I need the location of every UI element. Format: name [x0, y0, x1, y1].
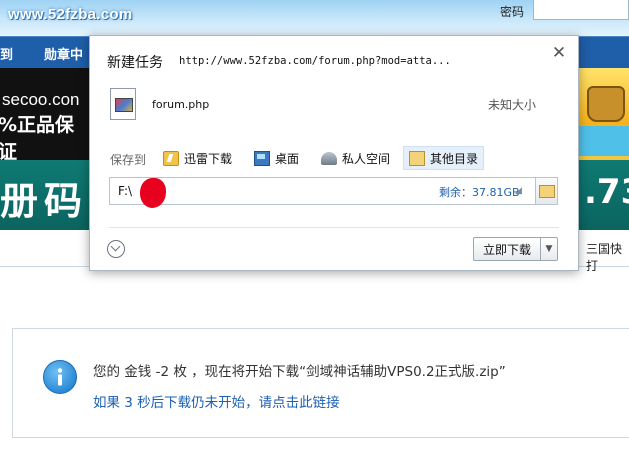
expand-options-icon[interactable] — [107, 240, 125, 258]
download-url: http://www.52fzba.com/forum.php?mod=atta… — [179, 55, 451, 67]
ad-strip — [577, 126, 629, 156]
close-icon[interactable]: ✕ — [550, 44, 568, 62]
location-label: 私人空间 — [342, 151, 391, 166]
handbag-icon — [587, 86, 625, 122]
notice-retry-link[interactable]: 如果 3 秒后下载仍未开始，请点击此链接 — [93, 391, 340, 411]
download-now-button[interactable]: 立即下载 — [473, 237, 541, 261]
save-path-input[interactable]: F:\ 剩余：37.81GB ◢ — [109, 177, 536, 208]
site-header: www.52fzba.com 密码 — [0, 0, 629, 36]
location-private-space[interactable]: 私人空间 — [316, 146, 395, 170]
site-logo[interactable]: www.52fzba.com — [8, 6, 133, 23]
password-label: 密码 — [500, 5, 525, 19]
promo-banner-number: .73 — [584, 172, 629, 212]
location-desktop[interactable]: 桌面 — [249, 146, 304, 170]
info-icon — [43, 360, 77, 394]
handbag-ad[interactable] — [577, 68, 629, 160]
nav-item-medals[interactable]: 勋章中 — [44, 44, 83, 63]
secoo-ad-line1: secoo.con — [2, 90, 80, 109]
file-size: 未知大小 — [488, 98, 537, 112]
notice-message: 您的 金钱 -2 枚 ，现在将开始下载“剑域神话辅助VPS0.2正式版.zip” — [93, 364, 506, 380]
location-label: 其他目录 — [430, 151, 479, 166]
php-file-icon — [110, 88, 136, 120]
secoo-ad[interactable]: secoo.con %正品保证 — [0, 68, 92, 160]
location-other-directory[interactable]: 其他目录 — [403, 146, 485, 170]
folder-icon — [409, 150, 425, 166]
location-thunder-download[interactable]: 迅雷下载 — [158, 146, 237, 170]
new-task-dialog: 新建任务 http://www.52fzba.com/forum.php?mod… — [89, 35, 579, 271]
divider — [109, 227, 559, 228]
download-options-dropdown[interactable]: ▼ — [541, 237, 558, 261]
quick-link[interactable]: 三国快打 — [586, 240, 629, 274]
nav-item-partial[interactable]: 到 — [0, 44, 13, 63]
location-label: 迅雷下载 — [184, 151, 233, 166]
save-path-value: F:\ — [118, 184, 133, 198]
secoo-ad-line2: %正品保证 — [0, 114, 75, 160]
folder-icon — [539, 185, 555, 198]
download-notice: 您的 金钱 -2 枚 ，现在将开始下载“剑域神话辅助VPS0.2正式版.zip”… — [12, 328, 629, 438]
dialog-title: 新建任务 — [107, 55, 163, 71]
desktop-icon — [254, 150, 270, 166]
location-label: 桌面 — [275, 151, 300, 166]
password-input[interactable] — [533, 0, 629, 20]
thunder-folder-icon — [163, 150, 179, 166]
browse-folder-button[interactable] — [536, 177, 558, 205]
path-dropdown-icon[interactable]: ◢ — [515, 186, 522, 196]
private-space-icon — [321, 151, 337, 165]
free-space: 剩余：37.81GB — [439, 186, 520, 199]
file-name: forum.php — [152, 98, 210, 111]
redaction-mark — [140, 178, 166, 208]
save-to-label: 保存到 — [110, 153, 147, 167]
